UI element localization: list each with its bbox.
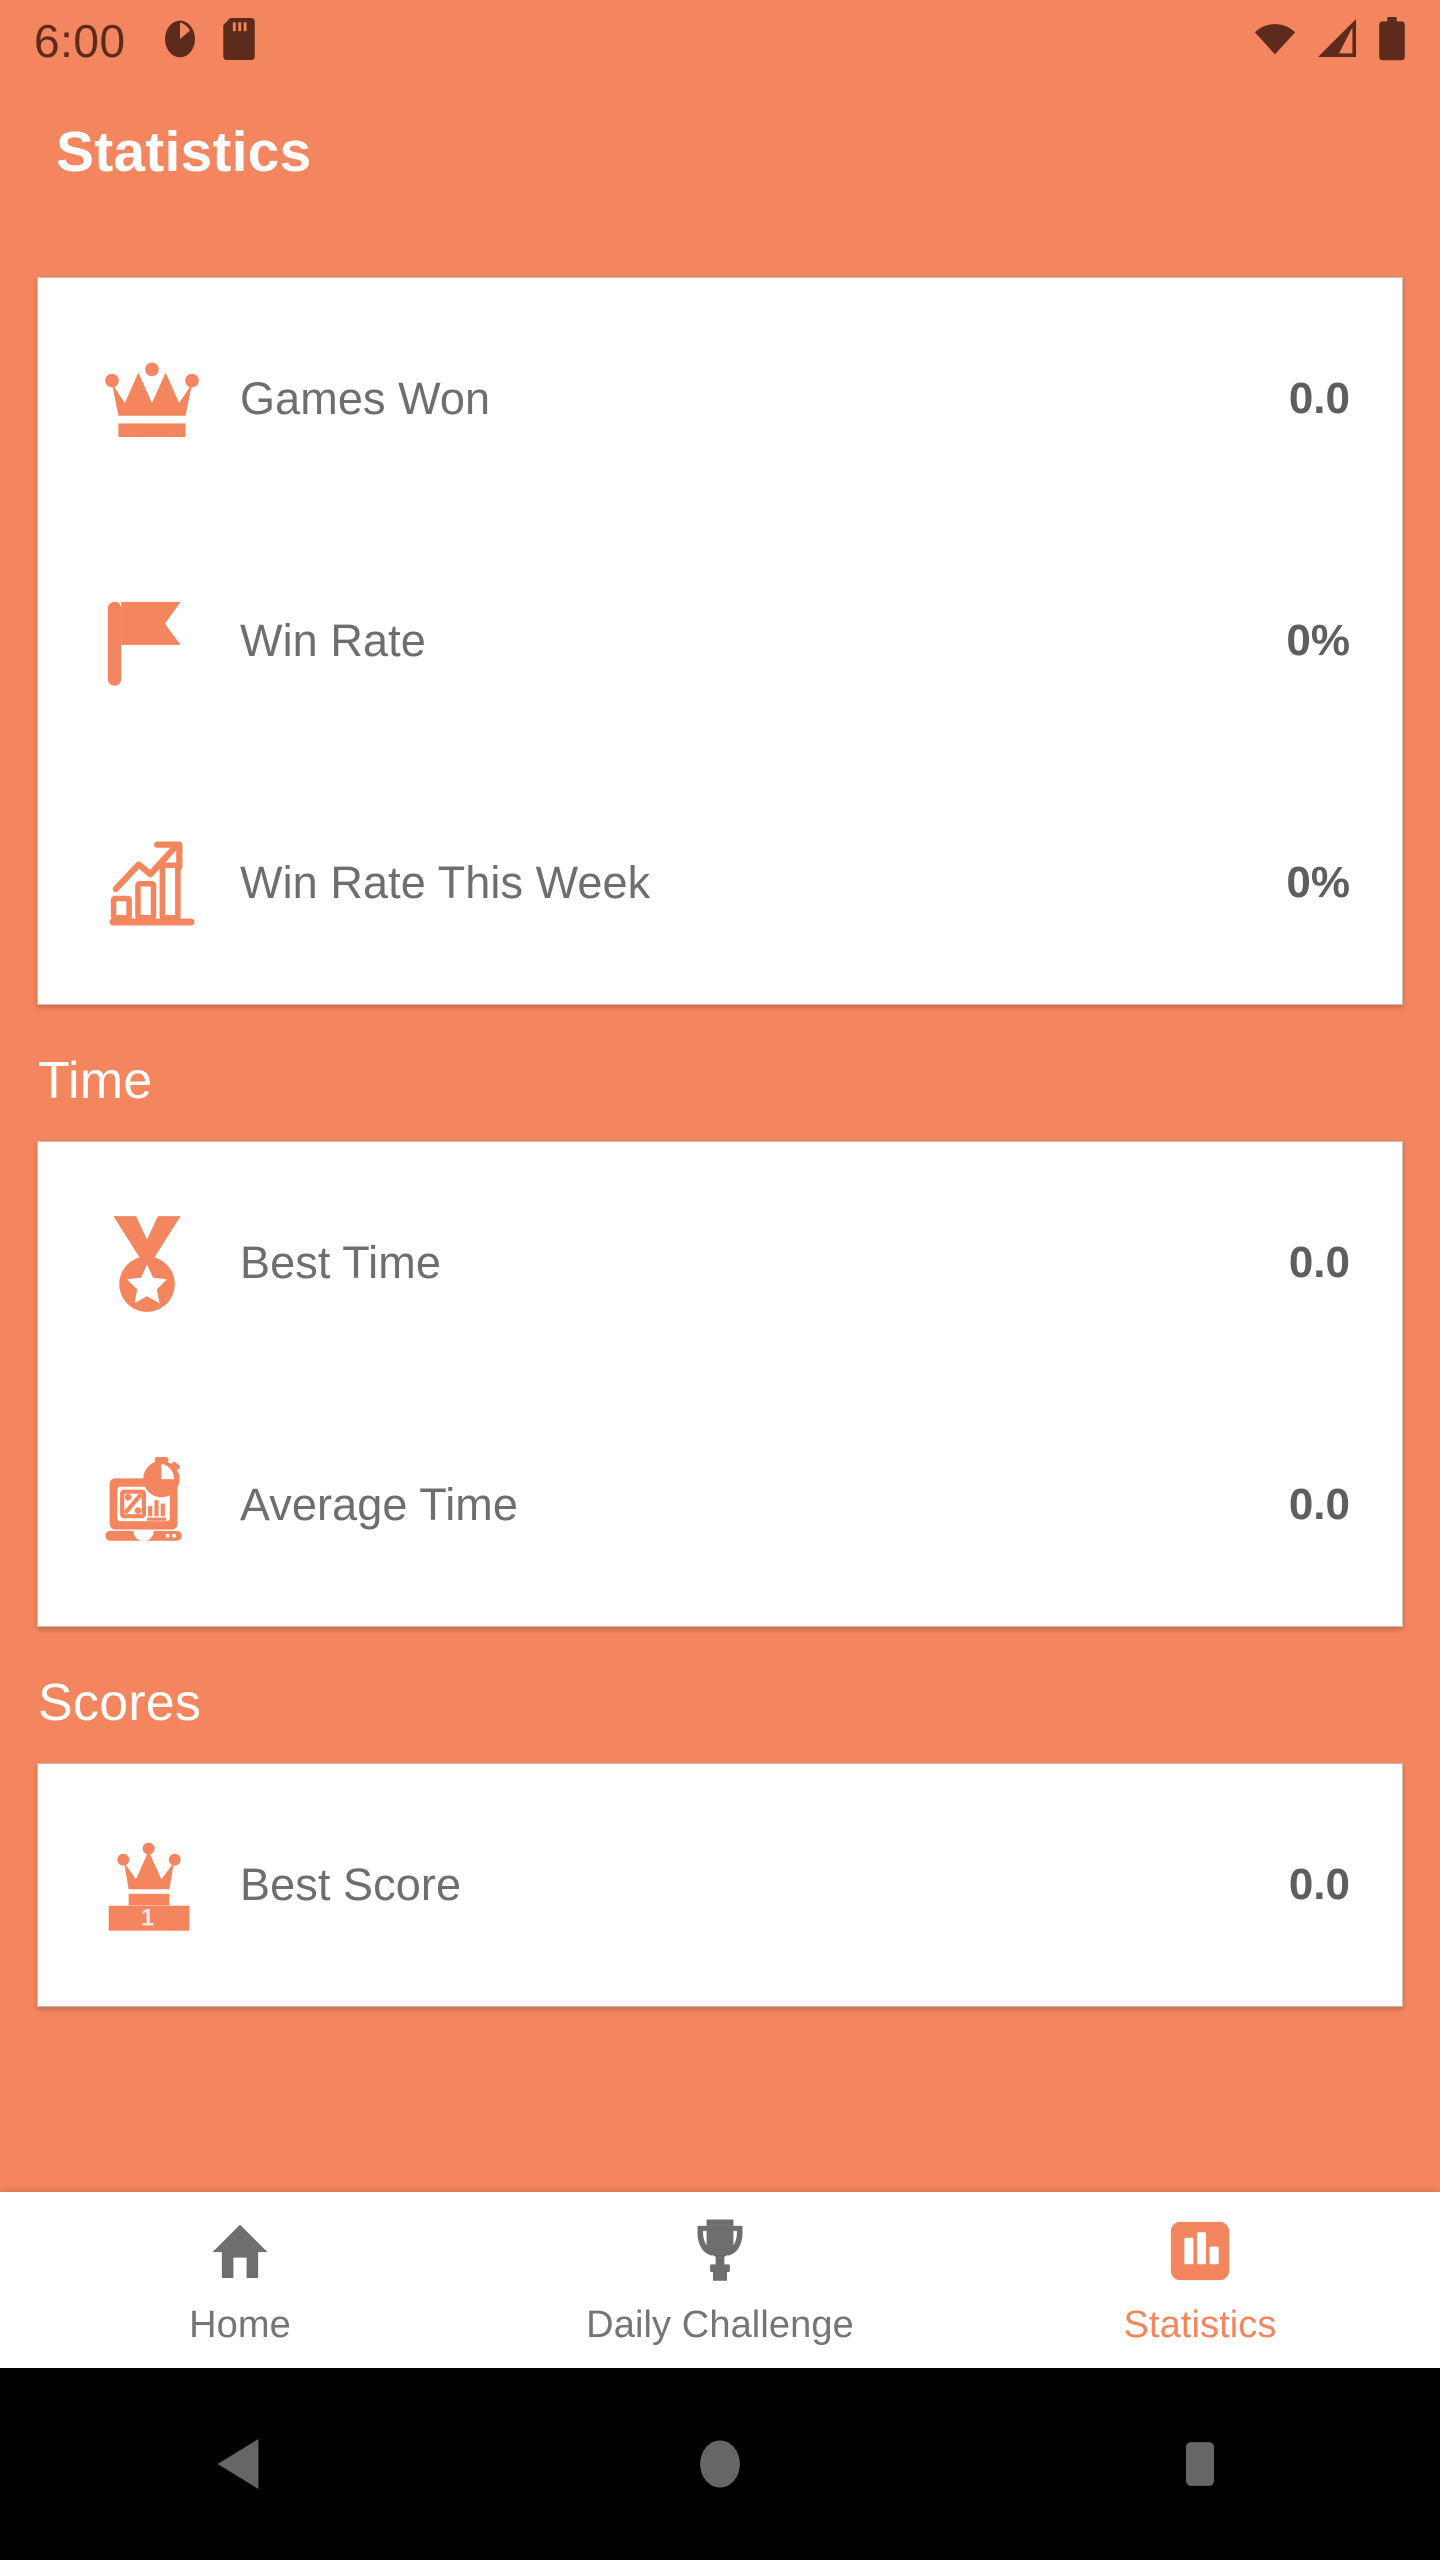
medal-icon	[104, 1212, 212, 1314]
bottom-navigation-bar: Home Daily Challenge Statistics	[0, 2192, 1440, 2368]
page-title: Statistics	[56, 120, 312, 184]
nav-item-statistics[interactable]: Statistics	[960, 2192, 1440, 2368]
stat-card-general: Games Won 0.0 Win Rate 0% Win Rate This …	[37, 277, 1403, 1005]
svg-text:1: 1	[141, 1905, 154, 1932]
nav-item-label: Daily Challenge	[586, 2303, 854, 2346]
stat-row-best-time[interactable]: Best Time 0.0	[38, 1142, 1402, 1384]
home-icon	[207, 2214, 273, 2288]
app-screen: 6:00 Statistics Games Won 0.0 Win Rate 0…	[0, 0, 1440, 2560]
sd-card-icon	[222, 17, 256, 65]
section-header-time: Time	[38, 1052, 153, 1110]
app-bar: Statistics	[0, 82, 1440, 222]
podium-crown-icon: 1	[104, 1837, 212, 1933]
recents-square-icon[interactable]	[960, 2436, 1440, 2492]
back-triangle-icon[interactable]	[0, 2435, 480, 2493]
stat-label: Average Time	[240, 1479, 519, 1530]
wifi-icon	[1252, 19, 1298, 64]
stat-row-games-won[interactable]: Games Won 0.0	[38, 278, 1402, 520]
stat-label: Best Time	[240, 1237, 441, 1288]
cellular-signal-icon	[1316, 18, 1360, 64]
growth-chart-icon	[104, 835, 212, 931]
stat-row-best-score[interactable]: 1 Best Score 0.0	[38, 1764, 1402, 2006]
stat-label: Games Won	[240, 373, 491, 424]
stat-value: 0.0	[1288, 1480, 1350, 1529]
stat-label: Win Rate This Week	[240, 857, 651, 908]
stat-value: 0%	[1286, 616, 1350, 665]
laptop-analytics-icon	[104, 1456, 212, 1554]
stat-card-scores: 1 Best Score 0.0	[37, 1763, 1403, 2007]
stat-label: Best Score	[240, 1859, 462, 1910]
crown-icon	[104, 359, 212, 439]
stat-row-win-rate-week[interactable]: Win Rate This Week 0%	[38, 762, 1402, 1004]
bar-chart-icon	[1167, 2214, 1233, 2288]
stat-label: Win Rate	[240, 615, 426, 666]
nav-item-daily-challenge[interactable]: Daily Challenge	[480, 2192, 960, 2368]
pie-chart-app-icon	[160, 19, 200, 64]
statistics-scroll-area[interactable]: Games Won 0.0 Win Rate 0% Win Rate This …	[0, 222, 1440, 2192]
flag-icon	[104, 593, 212, 689]
stat-row-average-time[interactable]: Average Time 0.0	[38, 1384, 1402, 1626]
nav-item-home[interactable]: Home	[0, 2192, 480, 2368]
home-circle-icon[interactable]	[480, 2436, 960, 2492]
trophy-icon	[685, 2214, 755, 2288]
stat-value: 0.0	[1288, 1860, 1350, 1909]
stat-value: 0.0	[1288, 1238, 1350, 1287]
stat-value: 0%	[1286, 858, 1350, 907]
nav-item-label: Statistics	[1123, 2303, 1277, 2346]
stat-row-win-rate[interactable]: Win Rate 0%	[38, 520, 1402, 762]
stat-card-time: Best Time 0.0 Average Time 0.0	[37, 1141, 1403, 1627]
status-bar-clock: 6:00	[34, 15, 126, 67]
battery-icon	[1378, 16, 1406, 66]
android-system-navigation	[0, 2368, 1440, 2560]
stat-value: 0.0	[1288, 374, 1350, 423]
section-header-scores: Scores	[38, 1674, 202, 1732]
status-bar: 6:00	[0, 0, 1440, 82]
nav-item-label: Home	[189, 2303, 291, 2346]
